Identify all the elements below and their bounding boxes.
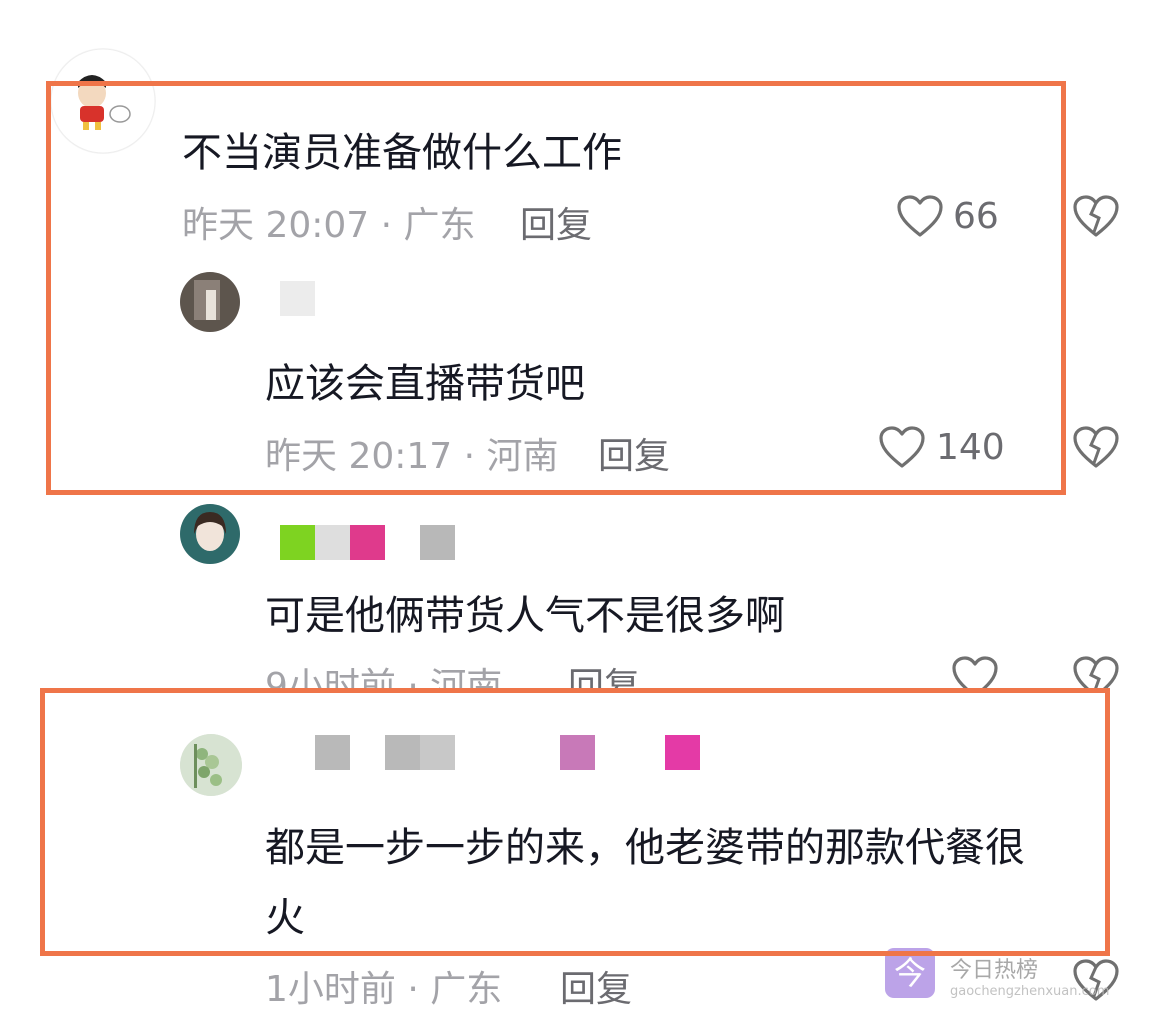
- avatar[interactable]: [180, 504, 240, 564]
- reply-button[interactable]: 回复: [560, 960, 632, 1012]
- highlight-box: [40, 688, 1110, 956]
- watermark-url: gaochengzhenxuan.com: [950, 984, 1110, 999]
- watermark-title: 今日热榜: [950, 958, 1039, 983]
- watermark-logo-char: 今: [893, 954, 926, 992]
- redacted-username: [315, 525, 350, 560]
- comment-text: 可是他俩带货人气不是很多啊: [265, 593, 785, 639]
- broken-heart-icon[interactable]: [1072, 194, 1120, 238]
- redacted-username: [420, 525, 455, 560]
- comment-meta: 1小时前 · 广东: [265, 969, 503, 1010]
- redacted-username: [280, 525, 315, 560]
- redacted-username: [350, 525, 385, 560]
- highlight-box: [46, 81, 1066, 495]
- broken-heart-icon[interactable]: [1072, 425, 1120, 469]
